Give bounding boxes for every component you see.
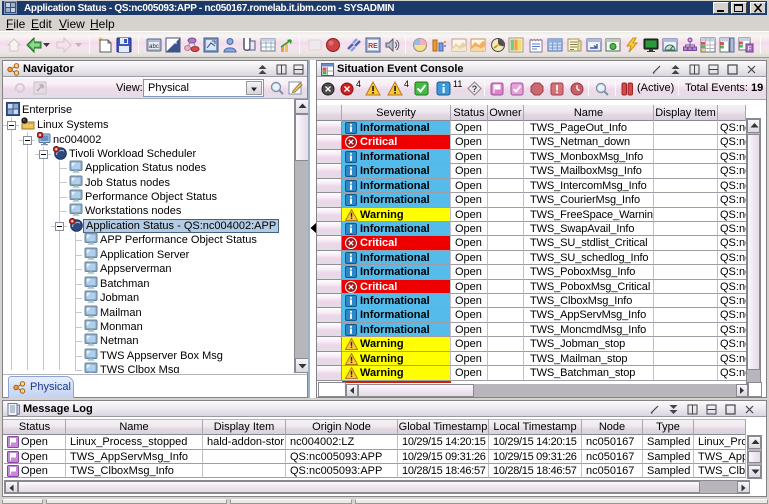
svg-text:RE: RE <box>368 43 378 50</box>
svg-text:?: ? <box>472 84 478 94</box>
svg-text:F: F <box>748 46 752 53</box>
svg-text:abc: abc <box>149 44 159 50</box>
